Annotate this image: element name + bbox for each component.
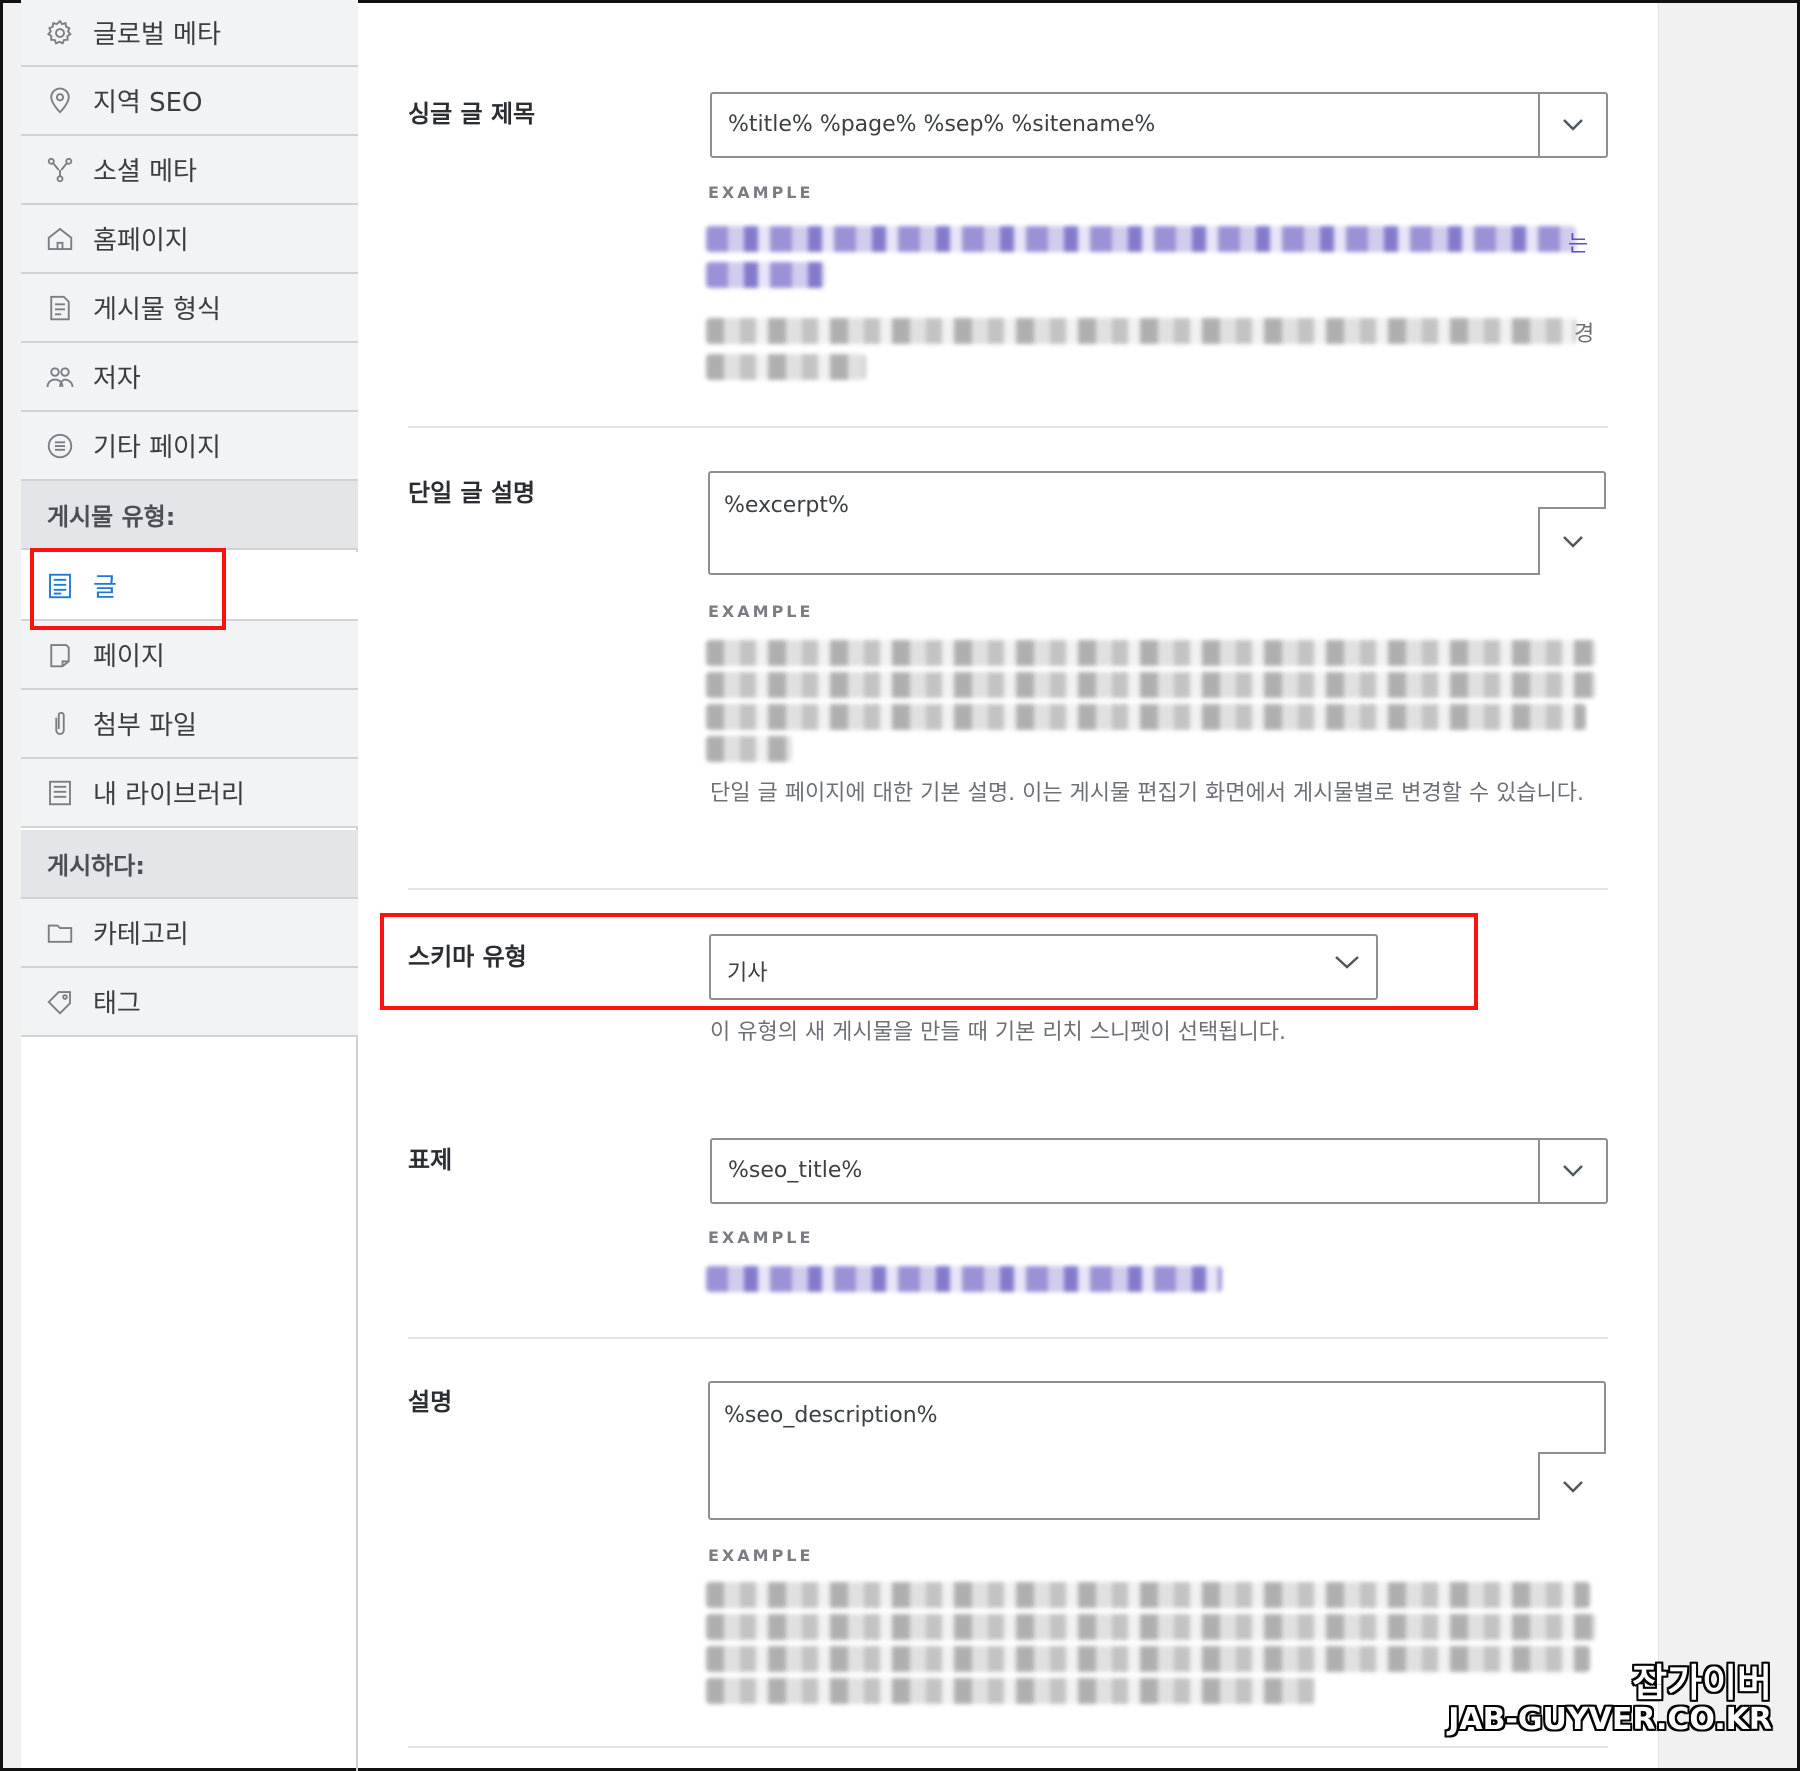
sidebar-item-label: 첨부 파일: [93, 711, 197, 741]
schema-type-value: 기사: [727, 961, 768, 986]
blurred-help-line: [706, 318, 1576, 344]
section-divider: [408, 426, 1608, 428]
section-divider: [408, 1746, 1608, 1748]
schema-type-label: 스키마 유형: [408, 943, 527, 971]
sidebar-item-label: 페이지: [93, 642, 165, 672]
sidebar: 글로벌 메타 지역 SEO 소셜 메타 홈페이지 게시물 형식 저자 기타 페이…: [21, 0, 358, 1771]
blurred-example-line: [706, 1678, 1316, 1704]
sidebar-item-label: 저자: [93, 364, 141, 394]
schema-type-select[interactable]: 기사: [709, 934, 1378, 1000]
single-desc-label: 단일 글 설명: [408, 479, 536, 507]
blurred-example-line: [706, 672, 1596, 698]
example-label: EXAMPLE: [708, 183, 814, 202]
sidebar-item-label: 소셜 메타: [93, 157, 197, 187]
description-value: %seo_description%: [724, 1403, 938, 1428]
blurred-example-line: [706, 226, 1576, 252]
single-desc-help: 단일 글 페이지에 대한 기본 설명. 이는 게시물 편집기 화면에서 게시물별…: [710, 781, 1585, 806]
sidebar-item-tags[interactable]: 태그: [21, 968, 358, 1037]
right-scroll-area: [1658, 3, 1797, 1768]
section-divider: [408, 888, 1608, 890]
section-divider: [408, 1337, 1608, 1339]
sidebar-item-authors[interactable]: 저자: [21, 343, 358, 412]
gear-icon: [45, 18, 75, 48]
blurred-example-line: [706, 1646, 1590, 1672]
single-title-label: 싱글 글 제목: [408, 100, 536, 128]
blurred-example-line: [706, 1266, 1222, 1292]
share-nodes-icon: [45, 155, 75, 185]
folder-icon: [45, 918, 75, 948]
example-label: EXAMPLE: [708, 1228, 814, 1247]
blurred-example-line: [706, 1614, 1596, 1640]
sidebar-item-attachments[interactable]: 첨부 파일: [21, 690, 358, 759]
location-pin-icon: [45, 86, 75, 116]
sidebar-item-pages[interactable]: 페이지: [21, 621, 358, 690]
home-icon: [45, 224, 75, 254]
library-icon: [45, 778, 75, 808]
single-title-input[interactable]: %title% %page% %sep% %sitename%: [710, 92, 1608, 158]
blurred-example-line: [706, 640, 1596, 666]
left-gutter: [3, 3, 21, 1768]
chevron-down-icon[interactable]: [1538, 507, 1606, 575]
paperclip-icon: [45, 709, 75, 739]
highlight-box-posts: [30, 548, 226, 630]
watermark-url: JAB-GUYVER.CO.KR: [1448, 1702, 1772, 1737]
headline-value: %seo_title%: [728, 1158, 863, 1183]
blurred-example-line: [706, 736, 792, 762]
single-title-value: %title% %page% %sep% %sitename%: [728, 112, 1156, 137]
sidebar-item-label: 게시물 형식: [93, 295, 221, 325]
sidebar-item-my-library[interactable]: 내 라이브러리: [21, 759, 358, 828]
sidebar-item-label: 카테고리: [93, 920, 189, 950]
sidebar-item-social-meta[interactable]: 소셜 메타: [21, 136, 358, 205]
sidebar-item-label: 내 라이브러리: [93, 780, 245, 810]
sidebar-item-post-format[interactable]: 게시물 형식: [21, 274, 358, 343]
description-label: 설명: [408, 1388, 453, 1416]
single-desc-value: %excerpt%: [724, 493, 849, 518]
sidebar-item-label: 태그: [93, 989, 141, 1019]
list-circle-icon: [45, 431, 75, 461]
help-partial-text: 경: [1574, 322, 1595, 347]
sidebar-item-label: 글로벌 메타: [93, 20, 221, 50]
chevron-down-icon[interactable]: [1538, 1140, 1606, 1202]
example-label: EXAMPLE: [708, 602, 814, 621]
blurred-example-line: [706, 262, 826, 288]
description-textarea[interactable]: %seo_description%: [708, 1381, 1606, 1520]
schema-type-help: 이 유형의 새 게시물을 만들 때 기본 리치 스니펫이 선택됩니다.: [710, 1020, 1286, 1045]
blurred-help-line: [706, 354, 866, 380]
sidebar-item-local-seo[interactable]: 지역 SEO: [21, 67, 358, 136]
chevron-down-icon: [1334, 954, 1360, 974]
chevron-down-icon[interactable]: [1538, 94, 1606, 156]
sidebar-item-homepage[interactable]: 홈페이지: [21, 205, 358, 274]
taxonomies-heading: 게시하다:: [21, 830, 358, 899]
page-icon: [45, 640, 75, 670]
document-icon: [45, 293, 75, 323]
sidebar-item-label: 홈페이지: [93, 226, 189, 256]
headline-label: 표제: [408, 1146, 453, 1174]
sidebar-item-global-meta[interactable]: 글로벌 메타: [21, 0, 358, 67]
blurred-example-line: [706, 1582, 1590, 1608]
example-label: EXAMPLE: [708, 1546, 814, 1565]
sidebar-item-other-pages[interactable]: 기타 페이지: [21, 412, 358, 481]
chevron-down-icon[interactable]: [1538, 1452, 1606, 1520]
users-icon: [45, 362, 75, 392]
tag-icon: [45, 987, 75, 1017]
example-partial-text: 는: [1568, 232, 1589, 257]
sidebar-item-categories[interactable]: 카테고리: [21, 899, 358, 968]
sidebar-item-label: 기타 페이지: [93, 433, 221, 463]
blurred-example-line: [706, 704, 1586, 730]
headline-input[interactable]: %seo_title%: [710, 1138, 1608, 1204]
post-types-heading: 게시물 유형:: [21, 481, 358, 550]
single-desc-textarea[interactable]: %excerpt%: [708, 471, 1606, 575]
sidebar-item-label: 지역 SEO: [93, 88, 203, 118]
watermark-logo: 잡가이버: [1632, 1661, 1772, 1705]
